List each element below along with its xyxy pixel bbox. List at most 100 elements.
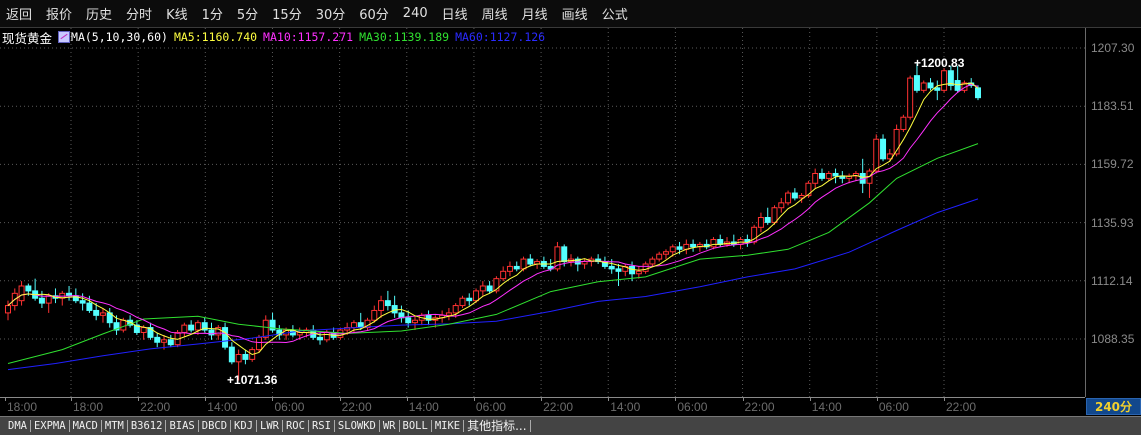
price-tick-label: 1088.35 — [1091, 331, 1135, 346]
candle-up — [194, 322, 201, 331]
candle-up — [161, 339, 168, 343]
symbol-name: 现货黄金 — [2, 30, 53, 46]
candle-up — [255, 336, 262, 351]
candle-down — [927, 82, 934, 89]
candle-down — [154, 336, 161, 343]
time-tick-label: 22:00 — [140, 400, 171, 414]
candle-down — [608, 265, 615, 270]
indicator-tab[interactable]: MTM — [102, 420, 128, 432]
time-tick — [608, 397, 610, 401]
indicator-tab[interactable]: LWR — [257, 420, 283, 432]
indicator-tab[interactable]: EXPMA — [31, 420, 70, 432]
candle-up — [99, 312, 106, 316]
time-tick — [406, 397, 408, 401]
time-tick-label: 14:00 — [408, 400, 439, 414]
candle-down — [818, 172, 825, 179]
candle-up — [812, 172, 819, 184]
time-axis: 18:00 18:00 22:00 14:00 06:00 22:00 14:00 06:00… — [0, 397, 1085, 416]
ma10-value: MA10:1157.271 — [263, 30, 354, 44]
indicator-tabs: DMA EXPMA MACD MTM B3612 BIAS DBCD KDJ LWR ROC RSI… — [0, 416, 1141, 435]
price-axis: 1207.30 1183.51 1159.72 1135.93 1112.14 1088.… — [1085, 28, 1141, 397]
candle-down — [934, 87, 941, 91]
candle-down — [242, 353, 249, 360]
time-tick-label: 06:00 — [274, 400, 305, 414]
candle-down — [384, 300, 391, 307]
candle-up — [710, 239, 717, 248]
candle-down — [615, 268, 622, 272]
candle-up — [350, 322, 357, 329]
candle-down — [791, 192, 798, 199]
candle-up — [506, 265, 513, 272]
time-tick-label: 22:00 — [341, 400, 372, 414]
indicator-tab[interactable]: DMA — [0, 420, 31, 432]
time-tick-label: 06:00 — [878, 400, 909, 414]
candle-up — [656, 253, 663, 260]
candle-up — [181, 324, 188, 333]
candle-down — [79, 300, 86, 304]
indicator-tab[interactable]: RSI — [309, 420, 335, 432]
candle-down — [391, 305, 398, 314]
candlestick-chart[interactable] — [0, 0, 1141, 434]
candle-down — [513, 265, 520, 270]
indicator-tab[interactable]: 其他指标... — [464, 420, 531, 432]
price-tick-label: 1112.14 — [1091, 273, 1133, 288]
time-tick — [675, 397, 677, 401]
candle-up — [500, 270, 507, 280]
time-tick-label: 18:00 — [73, 400, 104, 414]
ma30-value: MA30:1139.189 — [359, 30, 450, 44]
candle-down — [880, 138, 887, 160]
low-price-annotation: +1071.36 — [227, 373, 278, 387]
candle-down — [527, 258, 534, 265]
time-tick — [541, 397, 543, 401]
candle-down — [975, 87, 981, 99]
price-tick-label: 1135.93 — [1091, 215, 1134, 230]
indicator-tab[interactable]: KDJ — [231, 420, 258, 432]
candle-up — [5, 305, 11, 314]
indicator-tab[interactable]: SLOWKD — [335, 420, 380, 432]
candle-down — [25, 285, 32, 292]
time-tick — [5, 397, 6, 401]
candle-down — [561, 246, 568, 263]
candle-down — [832, 172, 839, 177]
candle-up — [900, 116, 907, 130]
indicator-tab[interactable]: BOLL — [400, 420, 432, 432]
candle-up — [520, 258, 527, 270]
ma-label: MA(5,10,30,60) — [71, 30, 168, 44]
indicator-tab[interactable]: MIKE — [432, 420, 465, 432]
candle-up — [140, 327, 147, 333]
time-tick-label: 22:00 — [744, 400, 775, 414]
candle-up — [778, 202, 785, 209]
indicator-tab[interactable]: WR — [380, 420, 400, 432]
time-tick — [71, 397, 72, 401]
candle-down — [676, 246, 683, 250]
candle-up — [642, 263, 649, 272]
indicator-tab[interactable]: ROC — [283, 420, 309, 432]
candle-up — [805, 182, 812, 196]
candle-up — [411, 319, 418, 324]
indicator-tab[interactable]: MACD — [70, 420, 102, 432]
candle-up — [445, 312, 452, 316]
time-tick-label: 14:00 — [207, 400, 238, 414]
price-tick-label: 1207.30 — [1091, 41, 1135, 55]
time-tick — [205, 397, 207, 401]
ma10-line — [7, 83, 979, 344]
indicator-tab[interactable]: DBCD — [199, 420, 232, 432]
candle-up — [907, 77, 914, 118]
candle-down — [228, 346, 235, 363]
candle-down — [38, 297, 45, 304]
candle-down — [954, 80, 961, 91]
candle-up — [235, 353, 242, 363]
indicator-tab[interactable]: BIAS — [166, 420, 199, 432]
candle-up — [479, 285, 486, 292]
time-tick — [473, 397, 475, 401]
candle-down — [466, 297, 473, 302]
candle-up — [635, 270, 642, 275]
period-badge[interactable]: 240分 — [1086, 398, 1141, 415]
candle-down — [317, 336, 324, 341]
indicator-icon[interactable] — [58, 31, 71, 43]
indicator-tab[interactable]: B3612 — [128, 420, 167, 432]
candle-up — [771, 207, 778, 223]
time-tick — [742, 397, 744, 401]
candle-up — [459, 297, 466, 307]
candle-up — [452, 305, 459, 314]
